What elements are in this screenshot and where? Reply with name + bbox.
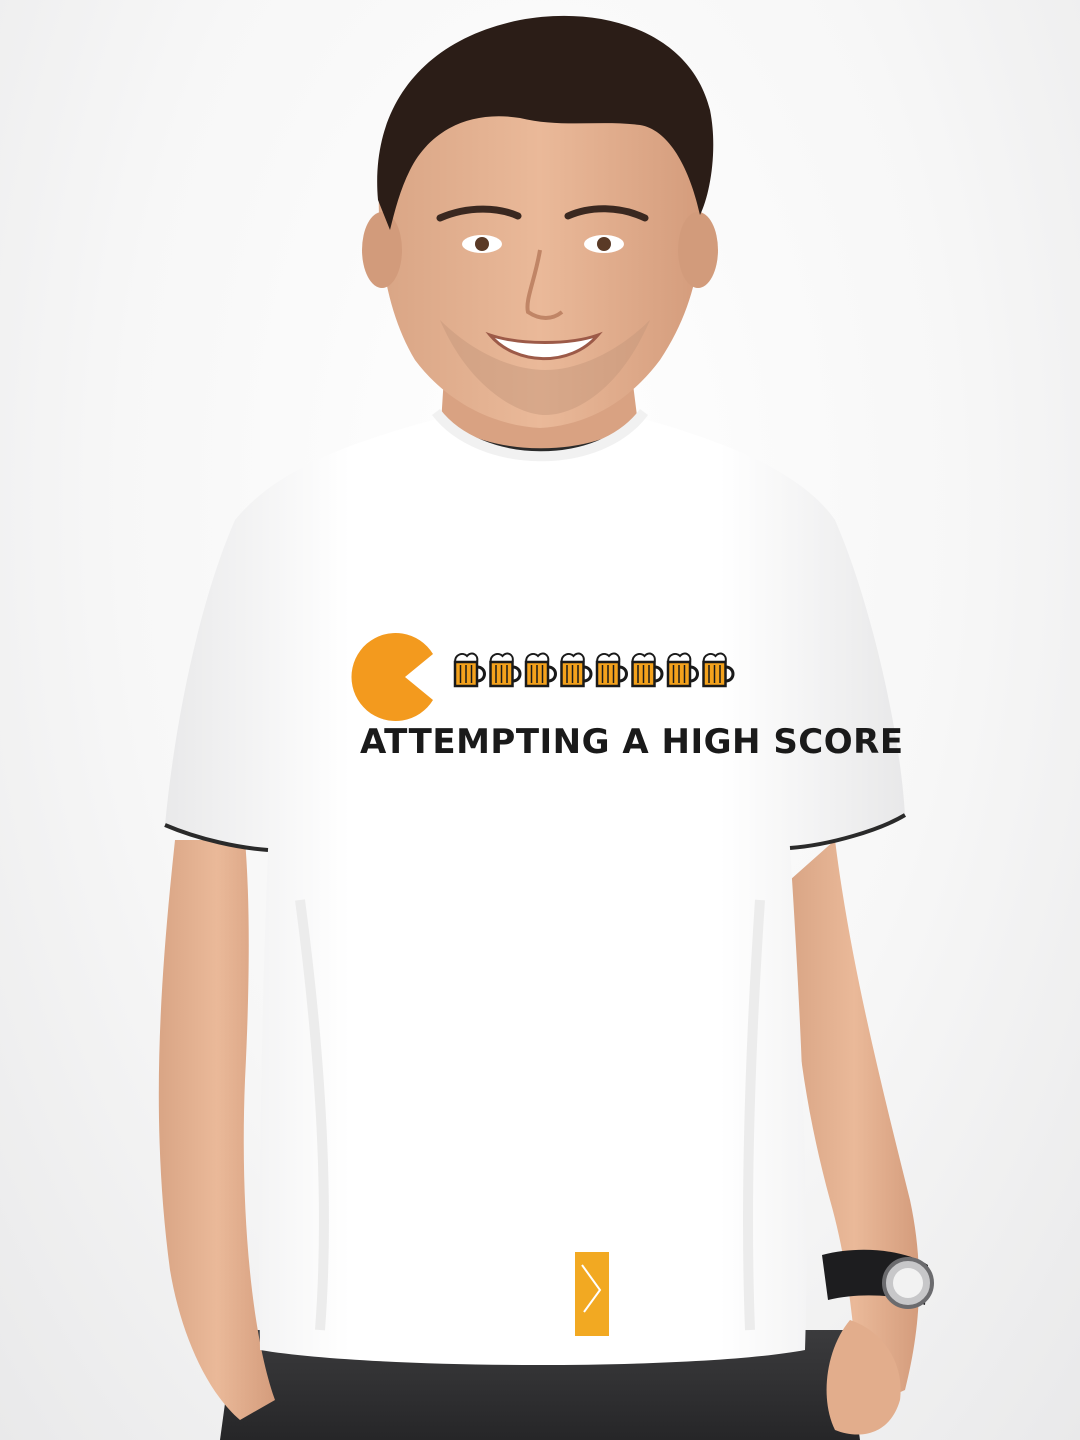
model-illustration: [158, 15, 934, 1440]
product-photo: ATTEMPTING A HIGH SCORE: [0, 0, 1080, 1440]
tshirt-slogan: ATTEMPTING A HIGH SCORE: [360, 722, 904, 762]
hem-tag: [575, 1252, 609, 1336]
left-arm: [158, 840, 275, 1420]
